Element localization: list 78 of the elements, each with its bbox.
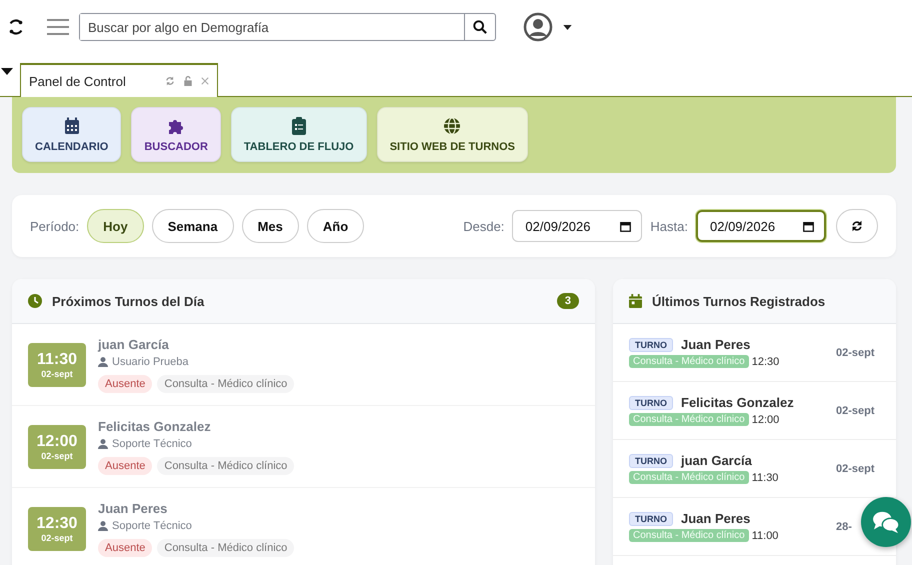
lock-icon[interactable] <box>183 76 193 86</box>
globe-icon <box>443 116 462 134</box>
service-tag: Consulta - Médico clínico <box>629 413 749 426</box>
service-tag: Consulta - Médico clínico <box>629 529 749 542</box>
calendar-icon <box>620 220 632 232</box>
service-tag: Consulta - Médico clínico <box>157 456 294 474</box>
patient-name: juan García <box>98 336 170 352</box>
card-title: Próximos Turnos del Día <box>52 294 204 308</box>
patient-name: Juan Peres <box>98 500 168 516</box>
appointment-time: 12:00 <box>36 432 78 450</box>
appointment-time: 12:30 <box>752 356 780 368</box>
clipboard-icon <box>292 116 306 134</box>
menu-icon[interactable] <box>47 18 69 36</box>
shortcut-button[interactable]: TABLERO DE FLUJO <box>230 107 367 162</box>
date-field[interactable]: 02/09/2026 <box>696 210 826 242</box>
period-button[interactable]: Año <box>306 209 364 243</box>
user-icon <box>98 356 108 366</box>
service-tag: Consulta - Médico clínico <box>157 374 294 392</box>
date-label: Hasta: <box>650 218 688 234</box>
patient-name: juan García <box>681 453 752 468</box>
appointment-time: 11:30 <box>752 472 778 484</box>
calendar-icon <box>64 116 80 134</box>
tab[interactable]: Panel de Control <box>20 63 218 97</box>
appointment-date: 02-sept <box>836 404 876 416</box>
appointment-time: 11:00 <box>752 530 778 542</box>
status-tag: Ausente <box>98 374 152 392</box>
date-label: Desde: <box>463 218 504 234</box>
patient-name: Felicitas Gonzalez <box>681 395 794 410</box>
type-tag: TURNO <box>629 512 673 526</box>
calendar-icon <box>803 220 814 232</box>
user-icon <box>98 438 108 448</box>
staff-name: Usuario Prueba <box>112 356 188 368</box>
tab-label: Panel de Control <box>29 74 127 88</box>
user-icon <box>98 520 108 530</box>
search-icon <box>473 20 487 34</box>
clock-icon <box>28 294 42 308</box>
patient-name: Juan Peres <box>681 337 750 352</box>
staff-name: Soporte Técnico <box>112 520 192 532</box>
period-label: Período: <box>30 218 80 234</box>
period-button[interactable]: Mes <box>242 209 299 243</box>
type-tag: TURNO <box>629 396 673 410</box>
period-button[interactable]: Hoy <box>87 209 144 243</box>
appointment-date: 02-sept <box>41 368 73 378</box>
calendar-icon <box>629 294 642 308</box>
service-tag: Consulta - Médico clínico <box>629 355 749 368</box>
type-tag: TURNO <box>629 338 673 352</box>
status-tag: Ausente <box>98 538 152 556</box>
card-title: Últimos Turnos Registrados <box>652 294 826 308</box>
refresh-icon <box>851 220 863 232</box>
status-tag: Ausente <box>98 456 152 474</box>
appointment-time: 12:30 <box>36 514 78 532</box>
search-field[interactable]: Buscar por algo en Demografía <box>79 13 496 41</box>
shortcut-button[interactable]: SITIO WEB DE TURNOS <box>376 107 528 162</box>
avatar-icon[interactable] <box>523 12 553 42</box>
appointment-date: 02-sept <box>836 462 876 474</box>
appointment-date: 02-sept <box>836 346 876 358</box>
refresh-icon[interactable] <box>165 76 175 86</box>
patient-name: Juan Peres <box>681 511 750 526</box>
patient-name: Felicitas Gonzalez <box>98 418 212 434</box>
caret-icon[interactable] <box>563 24 572 30</box>
caret-icon[interactable] <box>1 68 13 75</box>
staff-name: Soporte Técnico <box>112 438 192 450</box>
logo-icon[interactable] <box>7 18 25 36</box>
refresh-button[interactable] <box>836 209 878 243</box>
service-tag: Consulta - Médico clínico <box>157 538 294 556</box>
shortcut-button[interactable]: BUSCADOR <box>131 107 221 162</box>
chat-icon <box>872 510 900 534</box>
appointment-time: 12:00 <box>752 414 780 426</box>
appointment-time: 11:30 <box>36 350 78 368</box>
count-badge: 3 <box>556 293 579 309</box>
shortcut-button[interactable]: CALENDARIO <box>22 107 122 162</box>
period-button[interactable]: Semana <box>152 209 234 243</box>
service-tag: Consulta - Médico clínico <box>629 471 749 484</box>
appointment-date: 02-sept <box>41 532 73 542</box>
type-tag: TURNO <box>629 454 673 468</box>
appointment-date: 28- <box>836 520 853 532</box>
appointment-date: 02-sept <box>41 450 73 460</box>
date-field[interactable]: 02/09/2026 <box>512 210 642 242</box>
